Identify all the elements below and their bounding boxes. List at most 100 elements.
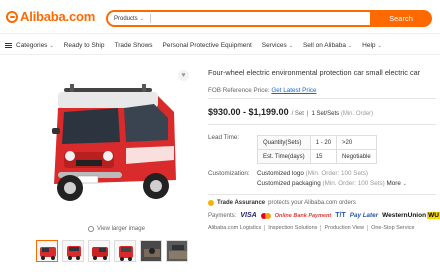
trade-assurance-subtitle: protects your Alibaba.com orders [268, 200, 356, 206]
trade-assurance-icon [208, 200, 214, 206]
alibaba-logo[interactable]: Alibaba.com [6, 9, 95, 24]
fob-label: FOB Reference Price: [208, 87, 270, 94]
min-order-qty: 1 Set/Sets [311, 111, 340, 117]
trade-assurance-title: Trade Assurance [217, 200, 266, 206]
table-cell: Est. Time(days) [257, 149, 311, 164]
price-separator: | [306, 111, 309, 117]
chevron-down-icon: ⌄ [139, 15, 144, 22]
payments-row: Payments: VISA Online Bank Payment T/T P… [208, 212, 440, 219]
table-cell: Negotiable [336, 149, 377, 164]
thumb-interior-image [141, 241, 161, 261]
headlight-right [103, 151, 113, 161]
more-link[interactable]: More [387, 180, 401, 187]
nav-help[interactable]: Help ⌄ [357, 42, 387, 49]
payments-label: Payments: [208, 212, 237, 219]
divider [208, 194, 436, 195]
chevron-down-icon: ⌄ [49, 42, 54, 49]
thumbnail-4[interactable] [114, 240, 136, 262]
zoom-icon [88, 226, 94, 232]
nav-services[interactable]: Services ⌄ [257, 42, 298, 49]
nav-categories[interactable]: Categories ⌄ [0, 42, 59, 49]
table-row: Est. Time(days) 15 Negotiable [257, 149, 377, 164]
thumbnail-5[interactable] [140, 240, 162, 262]
table-cell: 1 - 20 [309, 135, 338, 150]
price-range: $930.00 - $1,199.00 [208, 107, 289, 117]
lead-time-label: Lead Time: [208, 134, 240, 141]
nav-categories-label: Categories [16, 42, 48, 49]
favorite-heart-icon[interactable]: ♥ [178, 70, 189, 81]
nav-ppe[interactable]: Personal Protective Equipment [158, 42, 257, 49]
customization-packaging: Customized packaging (Min. Order: 100 Se… [257, 180, 407, 187]
chevron-down-icon: ⌄ [288, 42, 293, 49]
divider [208, 98, 436, 99]
nav-services-label: Services [261, 42, 287, 49]
thumbnail-6[interactable] [166, 240, 188, 262]
lead-time-table: Quantity(Sets) 1 - 20 >20 Est. Time(days… [257, 135, 377, 164]
search-input[interactable] [150, 12, 372, 25]
thumbnail-1[interactable] [36, 240, 58, 262]
table-cell: Quantity(Sets) [257, 135, 311, 150]
thumb-car-image [67, 246, 81, 260]
thumb-car-image [40, 247, 56, 260]
thumbnail-3[interactable] [88, 240, 110, 262]
rack-post [70, 84, 74, 92]
product-title: Four-wheel electric environmental protec… [208, 68, 421, 77]
services-row: Alibaba.com Logistics Inspection Solutio… [208, 225, 418, 231]
customization-packaging-note: (Min. Order: 100 Sets) [322, 180, 385, 187]
table-cell: 15 [309, 149, 338, 164]
side-mirror [52, 128, 60, 134]
menu-icon [5, 43, 12, 48]
nav-trade-shows[interactable]: Trade Shows [109, 42, 157, 49]
product-main-image[interactable] [28, 68, 196, 218]
min-order: 1 Set/Sets (Min. Order) [311, 111, 373, 117]
thumb-car-image [119, 246, 133, 261]
rack-post [142, 84, 146, 92]
logo-text: Alibaba.com [20, 9, 96, 24]
get-latest-price-link[interactable]: Get Latest Price [271, 87, 316, 94]
divider [208, 124, 436, 125]
tt-logo: T/T [335, 212, 346, 219]
search-bar: Products ⌄ [106, 10, 372, 27]
table-row: Quantity(Sets) 1 - 20 >20 [257, 135, 377, 150]
nav-sell-on-alibaba[interactable]: Sell on Alibaba ⌄ [298, 42, 357, 49]
thumbnail-strip [36, 240, 188, 262]
western-union-mark: WU [427, 212, 440, 219]
mastercard-icon [260, 212, 271, 219]
service-logistics[interactable]: Alibaba.com Logistics [208, 225, 266, 231]
min-order-label: (Min. Order) [340, 111, 374, 117]
chevron-down-icon[interactable]: ⌄ [403, 181, 407, 187]
chevron-down-icon: ⌄ [377, 42, 382, 49]
view-larger-label: View larger image [97, 226, 145, 232]
customization-logo-text: Customized logo [257, 170, 304, 177]
nav-ready-to-ship-label: Ready to Ship [63, 42, 105, 49]
headlight-left [65, 151, 75, 161]
search-category-dropdown[interactable]: Products ⌄ [108, 16, 150, 22]
chevron-down-icon: ⌄ [347, 42, 353, 49]
fob-reference: FOB Reference Price: Get Latest Price [208, 87, 317, 94]
search-button[interactable]: Search [370, 10, 432, 27]
pay-later-logo: Pay Later [349, 212, 379, 219]
service-inspection[interactable]: Inspection Solutions [265, 225, 322, 231]
price-unit: / Set [291, 111, 304, 117]
customization-label: Customization: [208, 170, 250, 177]
online-bank-payment: Online Bank Payment [274, 212, 332, 219]
nav-sell-label: Sell on Alibaba [302, 42, 346, 49]
table-cell: >20 [336, 135, 377, 150]
nav-ppe-label: Personal Protective Equipment [162, 42, 252, 49]
view-larger-image[interactable]: View larger image [88, 226, 145, 232]
windshield [62, 108, 120, 144]
customization-logo: Customized logo (Min. Order: 100 Sets) [257, 170, 368, 177]
main-nav: Categories ⌄ Ready to Ship Trade Shows P… [0, 37, 440, 55]
customization-logo-note: (Min. Order: 100 Sets) [305, 170, 368, 177]
grille-bars [76, 160, 102, 166]
price-row: $930.00 - $1,199.00 / Set | 1 Set/Sets (… [208, 107, 373, 117]
thumbnail-2[interactable] [62, 240, 84, 262]
thumb-car-image [92, 247, 108, 260]
roof-rack [64, 88, 152, 92]
customization-packaging-text: Customized packaging [257, 180, 321, 187]
nav-trade-shows-label: Trade Shows [114, 42, 153, 49]
wheel-hub [64, 182, 76, 194]
service-production-view[interactable]: Production View [321, 225, 369, 231]
nav-ready-to-ship[interactable]: Ready to Ship [59, 42, 110, 49]
service-one-stop[interactable]: One-Stop Service [368, 225, 417, 231]
